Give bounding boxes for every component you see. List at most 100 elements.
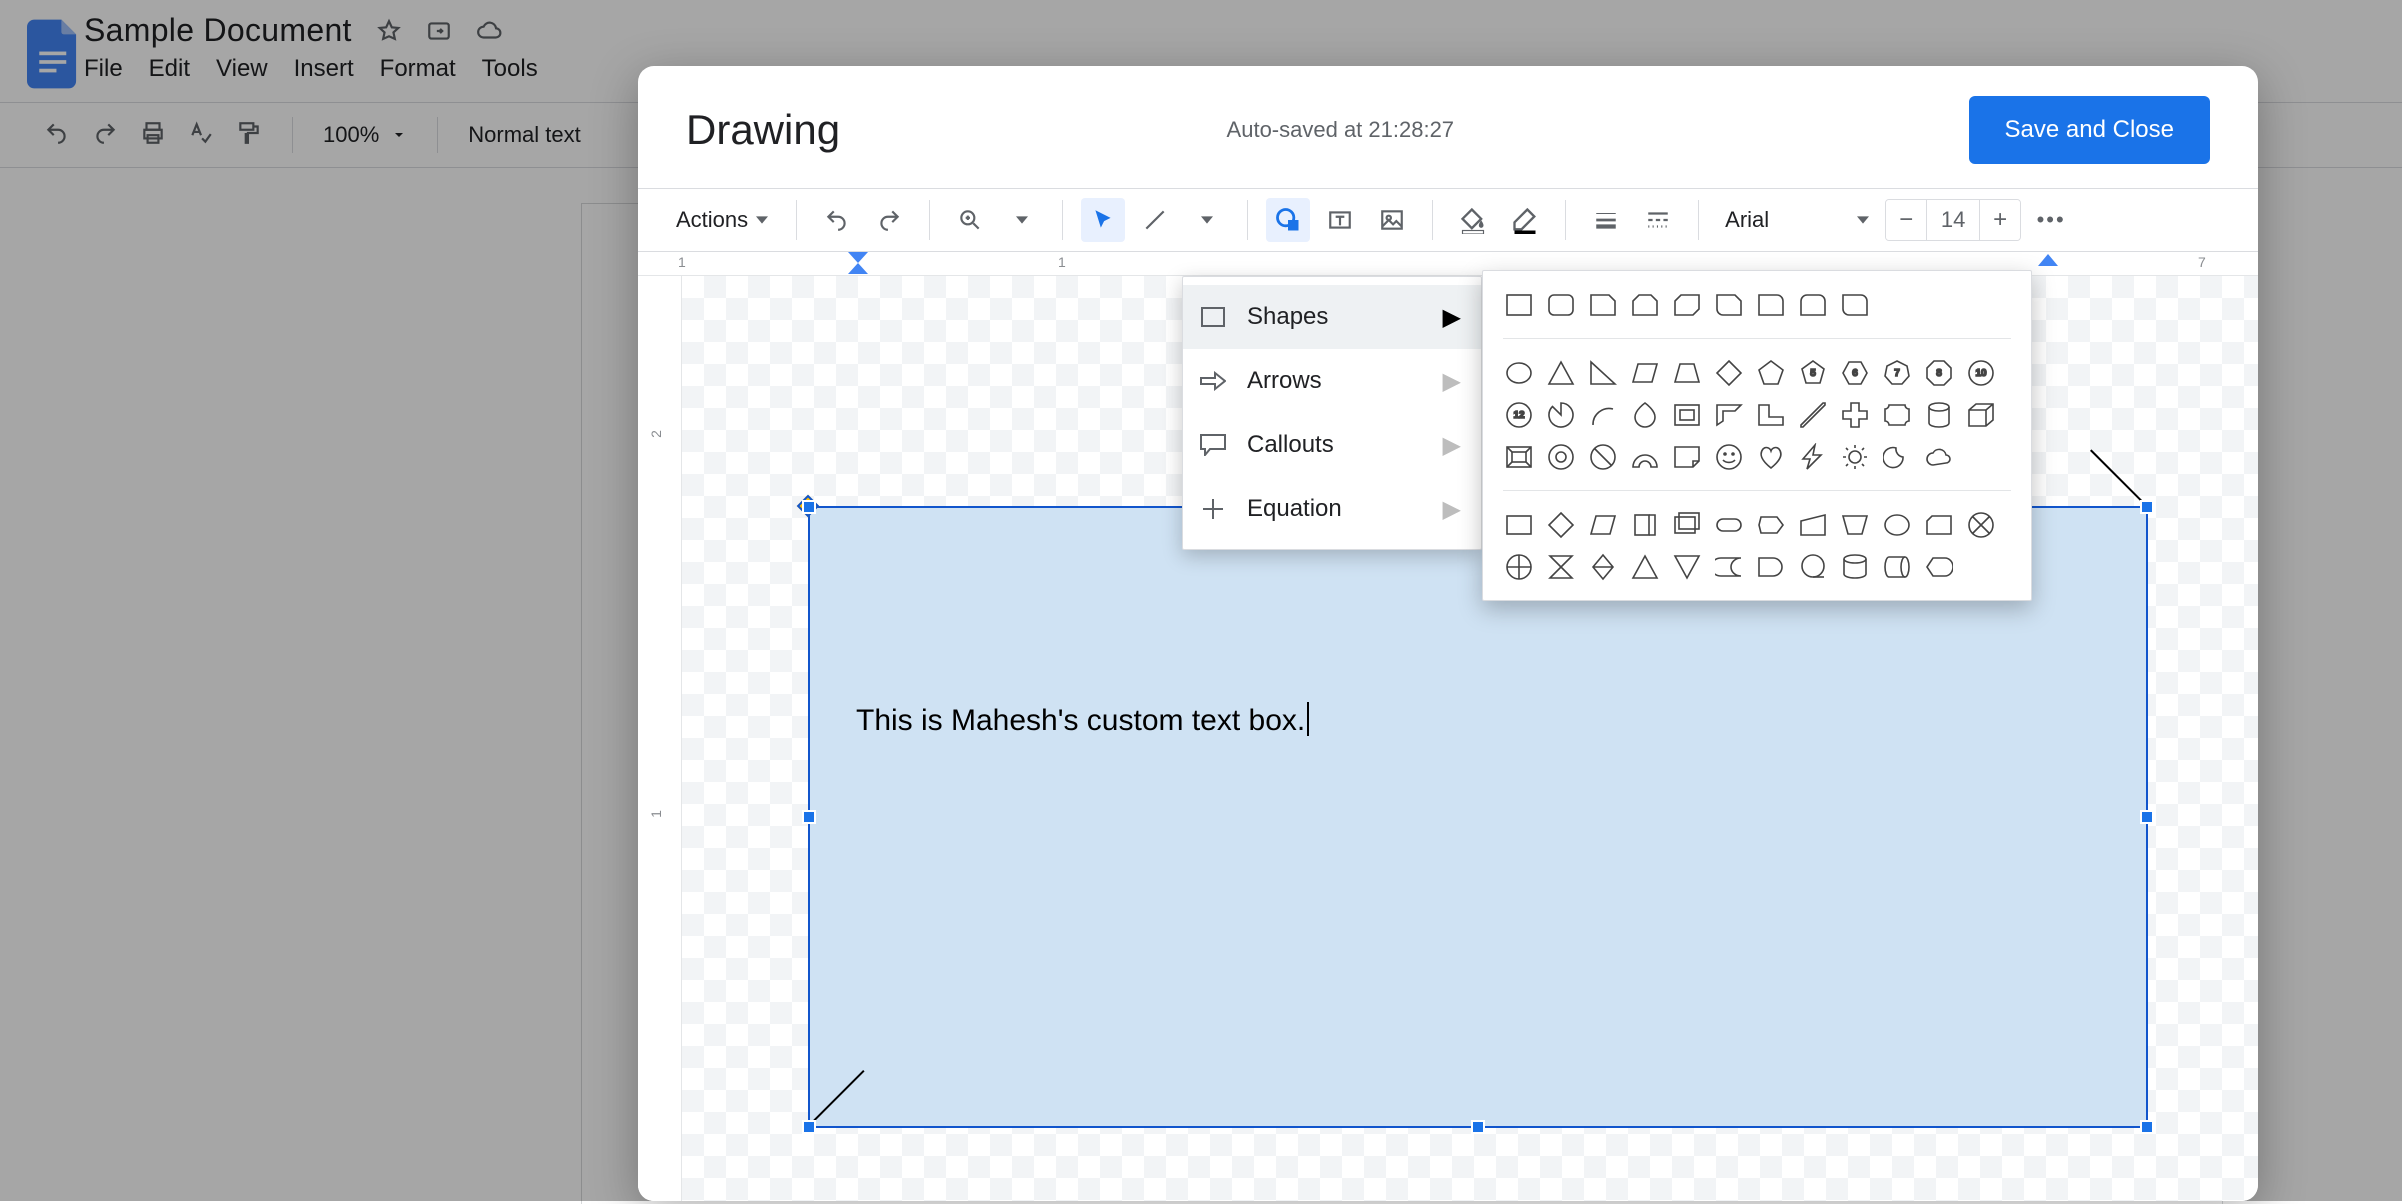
border-color-button[interactable] bbox=[1503, 198, 1547, 242]
shape-no-symbol[interactable] bbox=[1587, 441, 1618, 472]
shape-off-page[interactable] bbox=[1881, 509, 1912, 540]
resize-handle-se[interactable] bbox=[2140, 1120, 2154, 1134]
drawing-canvas[interactable]: 2 1 This is Mahesh's custom text box. S bbox=[638, 276, 2258, 1201]
shape-lightning[interactable] bbox=[1797, 441, 1828, 472]
shape-sort[interactable] bbox=[1587, 551, 1618, 582]
line-tool[interactable] bbox=[1133, 198, 1177, 242]
shape-diagonal-stripe[interactable] bbox=[1797, 399, 1828, 430]
shape-snip-round[interactable] bbox=[1713, 289, 1744, 320]
shape-pie[interactable] bbox=[1545, 399, 1576, 430]
shape-document2[interactable] bbox=[1629, 509, 1660, 540]
shape-or[interactable] bbox=[1503, 551, 1534, 582]
shape-ellipse[interactable] bbox=[1503, 357, 1534, 388]
resize-handle-nw[interactable] bbox=[802, 500, 816, 514]
line-dropdown[interactable] bbox=[1185, 198, 1229, 242]
shape-cross[interactable] bbox=[1839, 399, 1870, 430]
shape-extract[interactable] bbox=[1629, 551, 1660, 582]
resize-handle-sw[interactable] bbox=[802, 1120, 816, 1134]
shape-can[interactable] bbox=[1923, 399, 1954, 430]
shape-smiley[interactable] bbox=[1713, 441, 1744, 472]
fill-color-button[interactable] bbox=[1451, 198, 1495, 242]
shape-double-rect[interactable] bbox=[1671, 509, 1702, 540]
shape-delay[interactable] bbox=[1755, 551, 1786, 582]
resize-handle-w[interactable] bbox=[802, 810, 816, 824]
shape-half-frame[interactable] bbox=[1713, 399, 1744, 430]
shape-manual-operation[interactable] bbox=[1839, 509, 1870, 540]
textbox-content[interactable]: This is Mahesh's custom text box. bbox=[856, 702, 1309, 738]
resize-handle-s[interactable] bbox=[1471, 1120, 1485, 1134]
font-size-increase[interactable]: + bbox=[1980, 200, 2020, 240]
shape-parallelogram[interactable] bbox=[1629, 357, 1660, 388]
shape-heptagon[interactable]: 7 bbox=[1881, 357, 1912, 388]
shape-merge[interactable] bbox=[1671, 551, 1702, 582]
shape-terminator[interactable] bbox=[1713, 509, 1744, 540]
shape-decagon[interactable]: 10 bbox=[1965, 357, 1996, 388]
image-tool[interactable] bbox=[1370, 198, 1414, 242]
shape-octagon[interactable]: 8 bbox=[1923, 357, 1954, 388]
shape-rhombus2[interactable] bbox=[1545, 509, 1576, 540]
shape-folded-corner[interactable] bbox=[1671, 441, 1702, 472]
shape-magnetic-disk[interactable] bbox=[1839, 551, 1870, 582]
shape-summing[interactable] bbox=[1965, 509, 1996, 540]
shape-trapezoid[interactable] bbox=[1671, 357, 1702, 388]
resize-handle-ne[interactable] bbox=[2140, 500, 2154, 514]
shape-triangle[interactable] bbox=[1545, 357, 1576, 388]
shape-heart[interactable] bbox=[1755, 441, 1786, 472]
textbox-tool[interactable] bbox=[1318, 198, 1362, 242]
shape-snip-diagonal[interactable] bbox=[1671, 289, 1702, 320]
save-and-close-button[interactable]: Save and Close bbox=[1969, 96, 2210, 164]
resize-handle-e[interactable] bbox=[2140, 810, 2154, 824]
shape-seq-access[interactable] bbox=[1797, 551, 1828, 582]
actions-menu[interactable]: Actions bbox=[666, 198, 778, 242]
vertical-ruler[interactable]: 2 1 bbox=[638, 276, 682, 1201]
more-button[interactable]: ••• bbox=[2029, 198, 2073, 242]
shape-menu-equation[interactable]: Equation ▶ bbox=[1183, 477, 1481, 541]
shape-plaque[interactable] bbox=[1881, 399, 1912, 430]
redo-button[interactable] bbox=[867, 198, 911, 242]
indent-marker-icon[interactable] bbox=[848, 252, 868, 277]
font-size-value[interactable]: 14 bbox=[1926, 200, 1980, 240]
shape-rounded-rectangle[interactable] bbox=[1545, 289, 1576, 320]
shape-cube[interactable] bbox=[1965, 399, 1996, 430]
shape-manual-input[interactable] bbox=[1797, 509, 1828, 540]
shape-block-arc[interactable] bbox=[1629, 441, 1660, 472]
shape-stored-data[interactable] bbox=[1713, 551, 1744, 582]
shape-hexagon-6[interactable]: 6 bbox=[1839, 357, 1870, 388]
shape-display2[interactable] bbox=[1923, 551, 1954, 582]
shape-arc[interactable] bbox=[1587, 399, 1618, 430]
shape-dodecagon[interactable]: 12 bbox=[1503, 399, 1534, 430]
shape-diamond[interactable] bbox=[1713, 357, 1744, 388]
shape-cloud[interactable] bbox=[1923, 441, 1954, 472]
shape-card[interactable] bbox=[1923, 509, 1954, 540]
shape-parallelogram-2[interactable] bbox=[1587, 509, 1618, 540]
shape-menu-shapes[interactable]: Shapes ▶ bbox=[1183, 285, 1481, 349]
undo-button[interactable] bbox=[815, 198, 859, 242]
border-weight-button[interactable] bbox=[1584, 198, 1628, 242]
shape-collate[interactable] bbox=[1545, 551, 1576, 582]
font-size-decrease[interactable]: − bbox=[1886, 200, 1926, 240]
zoom-dropdown[interactable] bbox=[1000, 198, 1044, 242]
shape-teardrop[interactable] bbox=[1629, 399, 1660, 430]
shape-sun[interactable] bbox=[1839, 441, 1870, 472]
shape-snip-single[interactable] bbox=[1587, 289, 1618, 320]
shape-l-shape[interactable] bbox=[1755, 399, 1786, 430]
shape-menu-callouts[interactable]: Callouts ▶ bbox=[1183, 413, 1481, 477]
indent-marker-end-icon[interactable] bbox=[2038, 252, 2058, 269]
shape-donut[interactable] bbox=[1545, 441, 1576, 472]
shape-rectangle[interactable] bbox=[1503, 289, 1534, 320]
select-tool[interactable] bbox=[1081, 198, 1125, 242]
shape-pentagon[interactable] bbox=[1755, 357, 1786, 388]
shape-menu-arrows[interactable]: Arrows ▶ bbox=[1183, 349, 1481, 413]
zoom-button[interactable] bbox=[948, 198, 992, 242]
shape-frame[interactable] bbox=[1671, 399, 1702, 430]
shape-rect2[interactable] bbox=[1503, 509, 1534, 540]
shape-hexagon-5[interactable]: 5 bbox=[1797, 357, 1828, 388]
shape-round-diagonal[interactable] bbox=[1839, 289, 1870, 320]
shape-round-same[interactable] bbox=[1797, 289, 1828, 320]
shape-display[interactable] bbox=[1755, 509, 1786, 540]
shape-tool[interactable] bbox=[1266, 198, 1310, 242]
shape-snip-same[interactable] bbox=[1629, 289, 1660, 320]
shape-moon[interactable] bbox=[1881, 441, 1912, 472]
font-selector[interactable]: Arial bbox=[1717, 198, 1877, 242]
shape-direct-access[interactable] bbox=[1881, 551, 1912, 582]
